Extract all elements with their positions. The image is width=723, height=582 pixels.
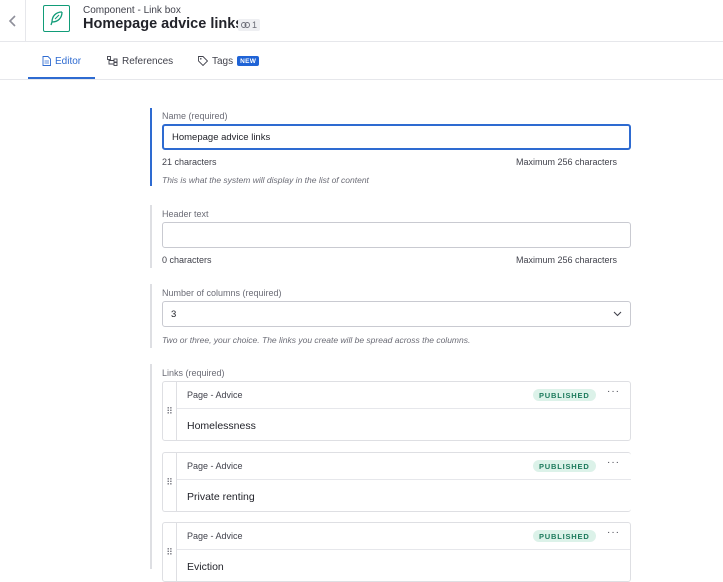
name-field-hint: This is what the system will display in …	[162, 175, 369, 185]
tab-tags-label: Tags	[212, 55, 234, 67]
columns-field-indicator	[150, 284, 152, 348]
columns-selected-value: 3	[171, 308, 177, 320]
drag-handle-icon[interactable]: ⠿	[163, 382, 177, 440]
link-item-header: Page - Advice PUBLISHED ···	[177, 523, 630, 550]
name-char-count: 21 characters	[162, 157, 217, 167]
links-field-label: Links (required)	[162, 368, 225, 378]
back-button[interactable]	[0, 0, 26, 42]
tag-icon	[198, 56, 208, 66]
tab-editor-label: Editor	[55, 55, 82, 67]
ellipsis-icon[interactable]: ···	[607, 457, 620, 468]
reference-count: 1	[252, 20, 258, 30]
status-badge: PUBLISHED	[533, 460, 596, 472]
status-badge: PUBLISHED	[533, 530, 596, 542]
columns-field-hint: Two or three, your choice. The links you…	[162, 335, 471, 345]
reference-count-badge[interactable]: 1	[238, 19, 261, 31]
link-item-type: Page - Advice	[187, 531, 243, 541]
chevron-left-icon	[8, 15, 16, 27]
name-input[interactable]: Homepage advice links	[162, 124, 631, 150]
link-item-title: Homelessness	[187, 420, 256, 432]
feather-icon	[50, 11, 63, 26]
link-item[interactable]: ⠿ Page - Advice PUBLISHED ··· Homelessne…	[162, 381, 631, 441]
link-item-header: Page - Advice PUBLISHED ···	[177, 382, 630, 409]
hierarchy-icon	[107, 56, 118, 66]
tab-tags[interactable]: Tags NEW	[198, 42, 260, 80]
new-badge: NEW	[237, 56, 260, 66]
tab-bar: Editor References Tags NEW	[0, 42, 723, 80]
header-text-char-count: 0 characters	[162, 255, 212, 265]
header-text-field-indicator	[150, 205, 152, 268]
tab-references[interactable]: References	[107, 42, 173, 80]
link-item[interactable]: ⠿ Page - Advice PUBLISHED ··· Eviction	[162, 522, 631, 582]
link-item-title: Eviction	[187, 561, 224, 573]
header-text-input[interactable]	[162, 222, 631, 248]
drag-handle-icon[interactable]: ⠿	[163, 453, 177, 511]
ellipsis-icon[interactable]: ···	[607, 527, 620, 538]
drag-handle-icon[interactable]: ⠿	[163, 523, 177, 581]
status-badge: PUBLISHED	[533, 389, 596, 401]
tab-editor[interactable]: Editor	[42, 42, 81, 80]
component-type-label: Component - Link box	[83, 5, 181, 16]
link-item-type: Page - Advice	[187, 390, 243, 400]
name-field-label: Name (required)	[162, 111, 228, 121]
link-item-title: Private renting	[187, 491, 255, 503]
link-item-type: Page - Advice	[187, 461, 243, 471]
name-field-indicator	[150, 108, 152, 186]
columns-select[interactable]: 3	[162, 301, 631, 327]
link-icon	[241, 22, 250, 28]
columns-field-label: Number of columns (required)	[162, 288, 282, 298]
link-item-header: Page - Advice PUBLISHED ···	[177, 453, 631, 480]
chevron-down-icon	[613, 311, 622, 317]
component-logo	[43, 5, 70, 32]
header-text-label: Header text	[162, 209, 209, 219]
top-header: Component - Link box Homepage advice lin…	[0, 0, 723, 42]
page-title: Homepage advice links	[83, 16, 244, 32]
name-char-max: Maximum 256 characters	[516, 157, 618, 167]
link-item[interactable]: ⠿ Page - Advice PUBLISHED ··· Private re…	[162, 452, 631, 512]
header-text-char-max: Maximum 256 characters	[516, 255, 618, 265]
links-field-indicator	[150, 364, 152, 569]
tab-references-label: References	[122, 55, 174, 67]
document-icon	[42, 56, 51, 66]
ellipsis-icon[interactable]: ···	[607, 386, 620, 397]
active-tab-indicator	[28, 77, 95, 79]
